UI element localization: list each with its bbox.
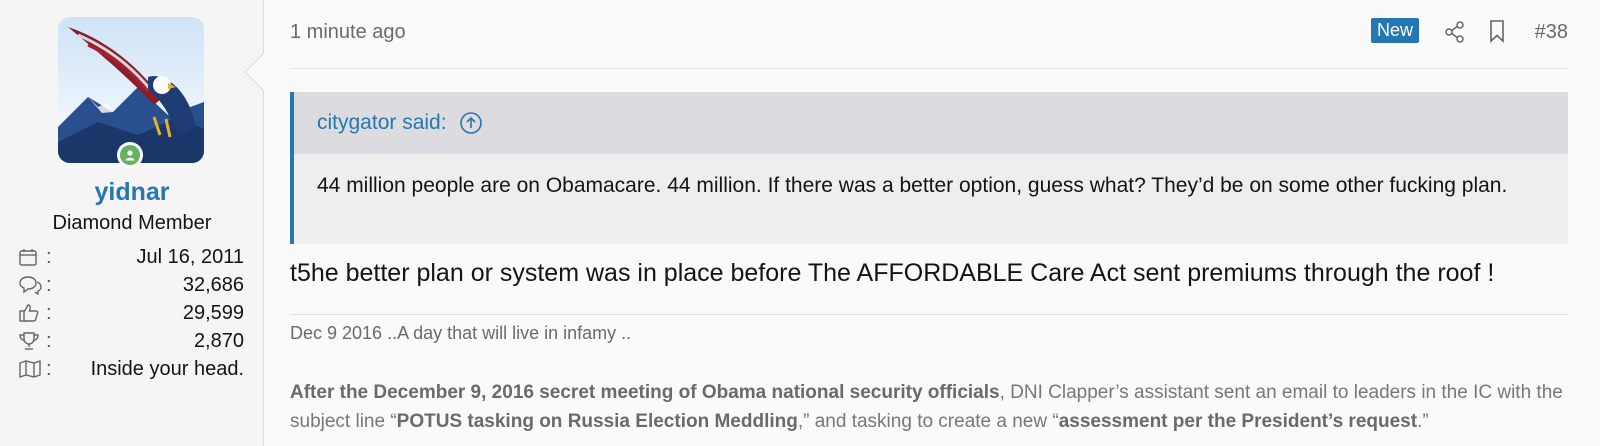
location-map-icon	[18, 358, 46, 380]
signature-bold-3: assessment per the President’s request	[1058, 411, 1418, 432]
stat-messages-value: 32,686	[182, 273, 244, 296]
stat-reactions: : 29,599	[18, 299, 244, 327]
post-pointer-arrow-fill	[246, 53, 265, 91]
signature-paragraph: After the December 9, 2016 secret meetin…	[290, 378, 1568, 436]
bookmark-icon[interactable]	[1488, 19, 1506, 48]
calendar-icon	[18, 246, 46, 268]
new-badge: New	[1371, 18, 1420, 43]
quote-block: citygator said: 44 million people are on…	[290, 92, 1568, 244]
signature-line: Dec 9 2016 ..A day that will live in inf…	[290, 323, 632, 343]
stat-joined: : Jul 16, 2011	[18, 243, 244, 271]
user-panel: yidnar Diamond Member : Jul 16, 2011 : 3…	[0, 0, 264, 446]
stat-location-value[interactable]: Inside your head.	[58, 358, 244, 381]
trophy-icon	[18, 330, 46, 352]
share-icon[interactable]	[1444, 20, 1466, 49]
stat-joined-value: Jul 16, 2011	[136, 245, 245, 268]
stat-points-value: 2,870	[193, 329, 244, 352]
online-status-badge	[117, 142, 143, 168]
quote-header[interactable]: citygator said:	[294, 92, 1568, 154]
post-number-link[interactable]: #38	[1535, 21, 1568, 44]
post-timestamp[interactable]: 1 minute ago	[290, 21, 406, 44]
thumbs-up-icon	[18, 302, 46, 324]
stat-messages: : 32,686	[18, 271, 244, 299]
signature-bold-2: POTUS tasking on Russia Election Meddlin…	[396, 411, 798, 432]
online-user-icon	[120, 145, 140, 165]
stat-location: : Inside your head.	[18, 355, 244, 383]
signature-text-3: .”	[1417, 411, 1429, 432]
quote-author[interactable]: citygator said:	[317, 111, 447, 135]
username-link[interactable]: yidnar	[0, 178, 264, 207]
signature-text-2: ,” and tasking to create a new “	[797, 411, 1059, 432]
user-stats: : Jul 16, 2011 : 32,686 : 29,599 : 2,870	[18, 243, 244, 383]
post-header: 1 minute ago New #38	[290, 0, 1568, 69]
stat-points: : 2,870	[18, 327, 244, 355]
go-to-quoted-icon[interactable]	[459, 111, 483, 135]
signature-bold-1: After the December 9, 2016 secret meetin…	[290, 382, 1000, 403]
messages-icon	[18, 274, 46, 296]
quote-text: 44 million people are on Obamacare. 44 m…	[317, 174, 1508, 197]
stat-reactions-value: 29,599	[182, 301, 244, 324]
signature: Dec 9 2016 ..A day that will live in inf…	[290, 314, 1568, 436]
post-message: t5he better plan or system was in place …	[290, 259, 1495, 287]
user-title: Diamond Member	[52, 212, 212, 234]
